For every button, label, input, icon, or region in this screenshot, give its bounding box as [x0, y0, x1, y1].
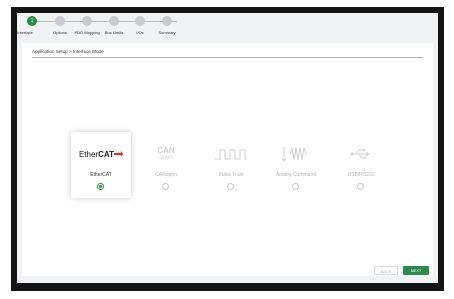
- step-number: 1: [30, 18, 34, 24]
- option-label: Pulse Train: [218, 172, 244, 178]
- step-label-summary: Summary: [158, 30, 176, 35]
- step-label-ios: I/Os: [136, 30, 144, 35]
- step-label-bus-limits: Bus Limits: [104, 30, 124, 35]
- canopen-logo-bottom: open: [159, 154, 173, 161]
- step-options[interactable]: [55, 16, 65, 26]
- step-summary[interactable]: [162, 16, 172, 26]
- stepper-line: [27, 21, 177, 22]
- radio-pulse-train[interactable]: [227, 183, 234, 190]
- step-bus-limits[interactable]: [109, 16, 119, 26]
- step-label-options: Options: [53, 30, 67, 35]
- usb-icon: [331, 144, 391, 164]
- option-card-ethercat[interactable]: Ether CAT EtherCAT: [71, 132, 131, 198]
- radio-analog-command[interactable]: [292, 183, 299, 190]
- option-label: USB/RS232: [347, 172, 375, 178]
- radio-canopen[interactable]: [162, 183, 169, 190]
- step-label-interface: Interface: [17, 30, 33, 35]
- pulse-train-icon: [201, 144, 261, 164]
- next-button[interactable]: NEXT: [403, 266, 429, 275]
- radio-usb-rs232[interactable]: [357, 183, 364, 190]
- breadcrumb-divider: [32, 57, 423, 58]
- option-label: CANopen: [155, 172, 177, 178]
- analog-signal-icon: [266, 144, 326, 164]
- step-label-pdo-mapping: PDO Mapping: [74, 30, 100, 35]
- step-pdo-mapping[interactable]: [82, 16, 92, 26]
- option-label: Analog Command: [275, 172, 317, 178]
- step-ios[interactable]: [135, 16, 145, 26]
- option-card-usb-rs232[interactable]: USB/RS232: [331, 132, 391, 198]
- ethercat-logo-prefix: Ether: [79, 149, 99, 159]
- radio-ethercat[interactable]: [97, 183, 104, 190]
- ethercat-logo-bold: CAT: [98, 149, 114, 159]
- content-panel: Application Setup > Interface Mode Ether…: [22, 43, 433, 276]
- ethercat-arrow-icon: [113, 150, 123, 157]
- back-button[interactable]: BACK: [374, 266, 398, 275]
- ethercat-logo: Ether CAT: [71, 144, 131, 164]
- option-card-analog-command[interactable]: Analog Command: [266, 132, 326, 198]
- step-interface[interactable]: 1: [27, 16, 37, 26]
- option-card-canopen[interactable]: CAN open CANopen: [136, 132, 196, 198]
- option-card-pulse-train[interactable]: Pulse Train: [201, 132, 261, 198]
- breadcrumb: Application Setup > Interface Mode: [32, 49, 104, 54]
- canopen-logo: CAN open: [136, 144, 196, 164]
- canopen-logo-top: CAN: [157, 145, 175, 155]
- option-label: EtherCAT: [90, 172, 112, 178]
